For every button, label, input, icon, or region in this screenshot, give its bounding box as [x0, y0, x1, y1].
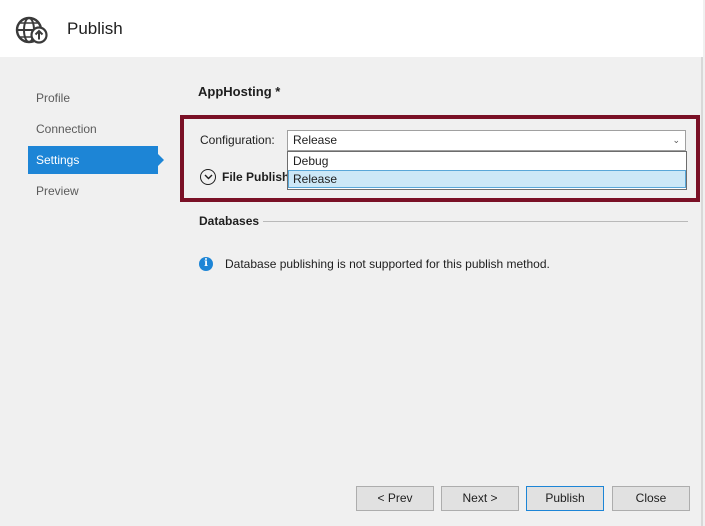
dialog-header: Publish [0, 0, 703, 57]
info-icon: i [199, 257, 213, 271]
database-info-text: Database publishing is not supported for… [225, 257, 550, 271]
next-button[interactable]: Next > [441, 486, 519, 511]
section-divider [263, 221, 688, 222]
databases-section-title: Databases [199, 214, 260, 228]
publish-dialog: Publish Profile Connection Settings Prev… [0, 0, 703, 526]
nav-item-settings[interactable]: Settings [28, 146, 164, 174]
dialog-title: Publish [67, 19, 123, 38]
prev-button[interactable]: < Prev [356, 486, 434, 511]
close-button[interactable]: Close [612, 486, 690, 511]
database-info-message: i Database publishing is not supported f… [199, 257, 550, 271]
nav-item-profile[interactable]: Profile [28, 84, 164, 112]
globe-publish-icon [15, 16, 48, 44]
nav-item-connection[interactable]: Connection [28, 115, 164, 143]
wizard-nav: Profile Connection Settings Preview [28, 84, 164, 208]
highlight-annotation-box [180, 115, 700, 202]
nav-item-preview[interactable]: Preview [28, 177, 164, 205]
profile-name-heading: AppHosting * [198, 84, 281, 99]
publish-button[interactable]: Publish [526, 486, 604, 511]
